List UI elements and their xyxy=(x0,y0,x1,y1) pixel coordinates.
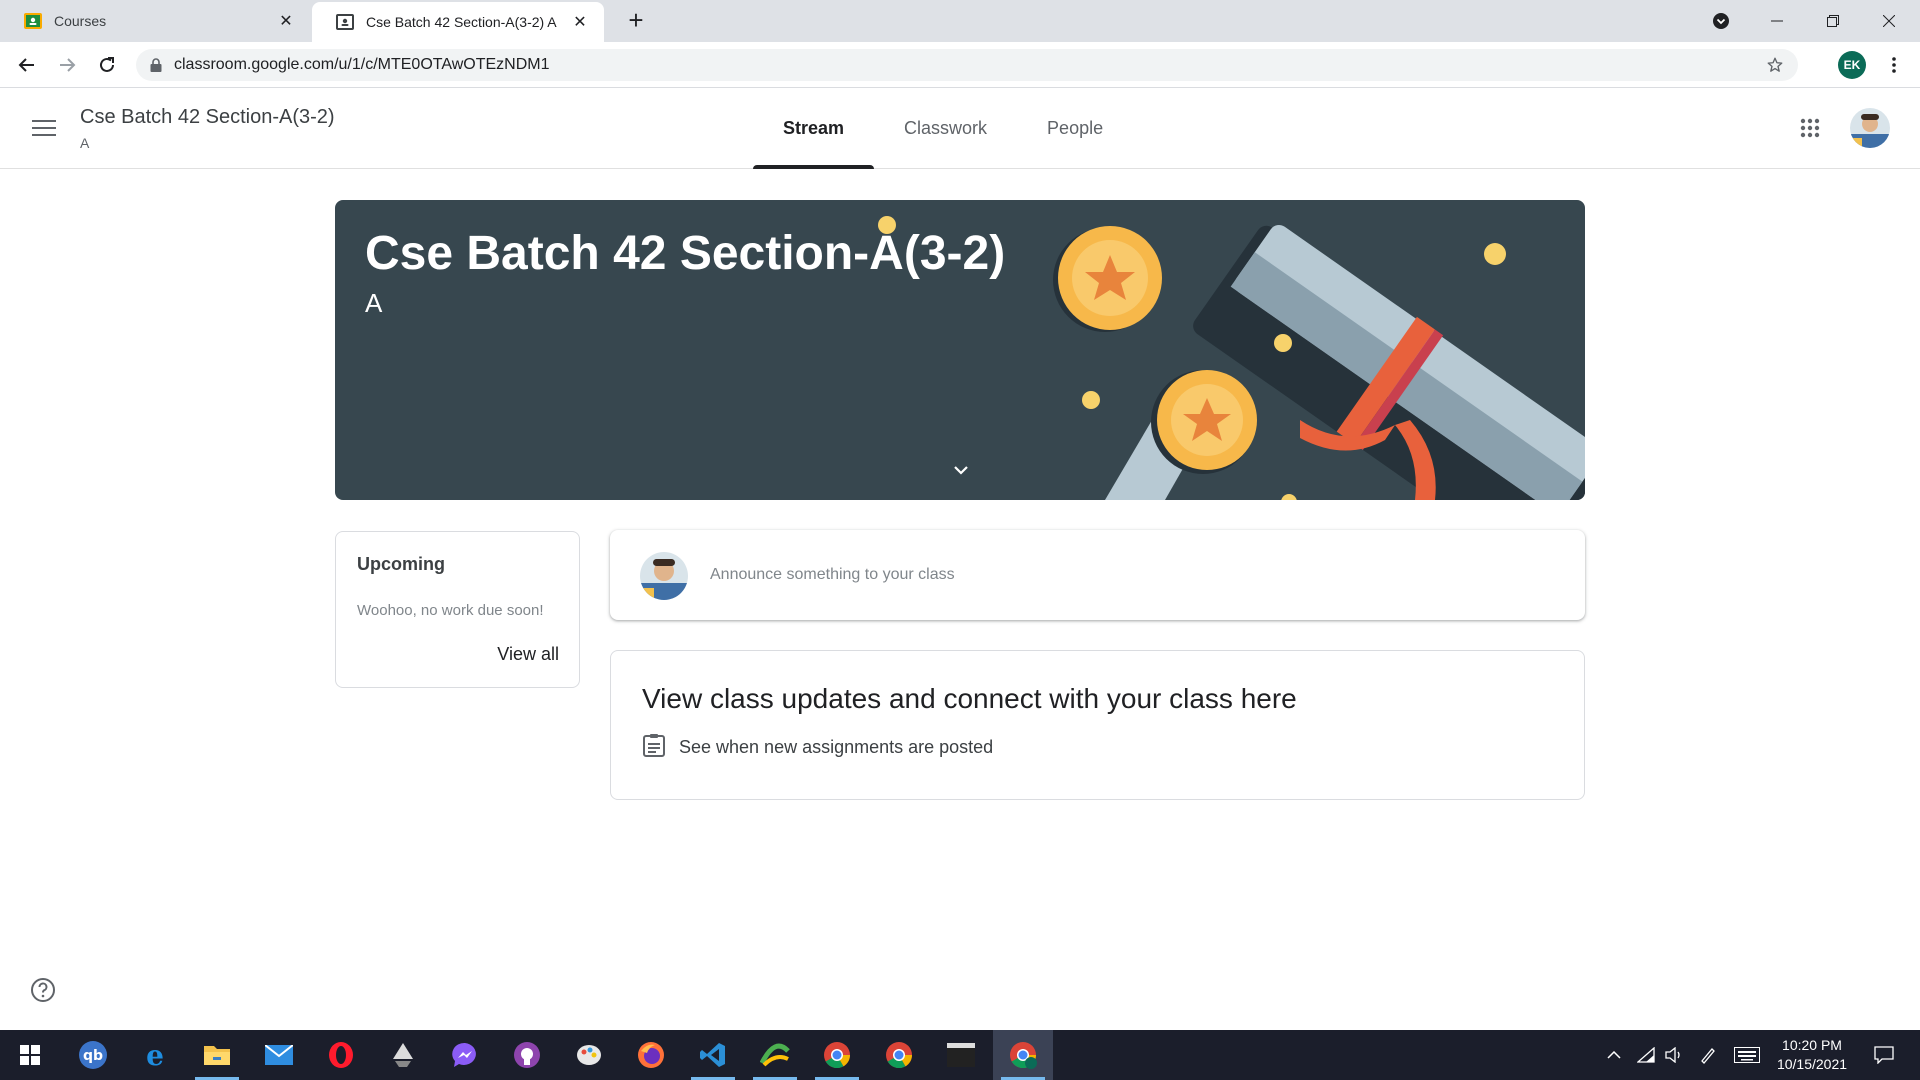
banner-section: A xyxy=(365,288,383,318)
classroom-header: Cse Batch 42 Section-A(3-2) A Stream Cla… xyxy=(0,88,1920,169)
back-icon[interactable] xyxy=(12,50,42,80)
account-avatar[interactable] xyxy=(1850,108,1890,148)
course-section: A xyxy=(80,135,90,151)
browser-tab-course[interactable]: Cse Batch 42 Section-A(3-2) A ✕ xyxy=(312,2,604,42)
announce-box[interactable]: Announce something to your class xyxy=(610,530,1585,620)
mail-icon[interactable] xyxy=(249,1030,309,1080)
paint-icon[interactable] xyxy=(559,1030,619,1080)
announce-placeholder[interactable]: Announce something to your class xyxy=(710,566,955,584)
reload-icon[interactable] xyxy=(92,50,122,80)
class-updates-card: View class updates and connect with your… xyxy=(610,650,1585,800)
class-updates-title: View class updates and connect with your… xyxy=(642,683,1297,714)
chrome-profile-icon[interactable] xyxy=(993,1030,1053,1080)
address-bar[interactable]: classroom.google.com/u/1/c/MTE0OTAwOTEzN… xyxy=(136,49,1798,81)
qbittorrent-icon[interactable]: qb xyxy=(63,1030,123,1080)
system-clock[interactable]: 10:20 PM 10/15/2021 xyxy=(1762,1036,1862,1074)
close-icon[interactable]: ✕ xyxy=(570,12,590,32)
browser-toolbar: classroom.google.com/u/1/c/MTE0OTAwOTEzN… xyxy=(0,42,1920,88)
more-menu-icon[interactable] xyxy=(1880,51,1908,79)
vscode-icon[interactable] xyxy=(683,1030,743,1080)
edge-icon[interactable]: e xyxy=(125,1030,185,1080)
chevron-down-icon[interactable] xyxy=(949,458,973,482)
new-tab-button[interactable]: + xyxy=(622,7,650,33)
tab-classwork[interactable]: Classwork xyxy=(874,88,1017,169)
notification-icon[interactable] xyxy=(1864,1030,1904,1080)
inkscape-icon[interactable] xyxy=(373,1030,433,1080)
github-desktop-icon[interactable] xyxy=(497,1030,557,1080)
user-avatar xyxy=(640,552,688,600)
help-icon[interactable] xyxy=(28,975,58,1005)
start-icon[interactable] xyxy=(0,1030,60,1080)
upcoming-empty-text: Woohoo, no work due soon! xyxy=(357,602,544,619)
clock-date: 10/15/2021 xyxy=(1776,1056,1848,1072)
pen-icon[interactable] xyxy=(1696,1030,1720,1080)
keyboard-icon[interactable] xyxy=(1732,1030,1762,1080)
bookmark-star-icon[interactable] xyxy=(1766,56,1784,74)
profile-avatar[interactable]: EK xyxy=(1838,51,1866,79)
opera-icon[interactable] xyxy=(311,1030,371,1080)
tab-people[interactable]: People xyxy=(1017,88,1133,169)
tab-title: Courses xyxy=(54,13,107,29)
tab-stream[interactable]: Stream xyxy=(753,88,875,169)
tab-title: Cse Batch 42 Section-A(3-2) A xyxy=(366,14,557,30)
firefox-icon[interactable] xyxy=(621,1030,681,1080)
restore-icon[interactable] xyxy=(1810,0,1856,42)
class-updates-line: See when new assignments are posted xyxy=(679,737,994,757)
course-title[interactable]: Cse Batch 42 Section-A(3-2) xyxy=(80,106,335,129)
browser-tab-courses[interactable]: Courses ✕ xyxy=(0,0,310,42)
file-explorer-icon[interactable] xyxy=(187,1030,247,1080)
browser-tab-bar: Courses ✕ Cse Batch 42 Section-A(3-2) A … xyxy=(0,0,1920,42)
clock-time: 10:20 PM xyxy=(1782,1037,1842,1053)
forward-icon[interactable] xyxy=(52,50,82,80)
classroom-favicon xyxy=(336,13,354,31)
upcoming-title: Upcoming xyxy=(357,554,445,574)
volume-icon[interactable] xyxy=(1662,1030,1686,1080)
network-icon[interactable] xyxy=(1634,1030,1658,1080)
terminal-icon[interactable] xyxy=(931,1030,991,1080)
classroom-favicon xyxy=(24,12,42,30)
chevron-up-icon[interactable] xyxy=(1602,1030,1626,1080)
close-icon[interactable]: ✕ xyxy=(276,11,296,31)
chrome-icon[interactable] xyxy=(869,1030,929,1080)
chrome-icon[interactable] xyxy=(807,1030,867,1080)
upcoming-card: Upcoming Woohoo, no work due soon! View … xyxy=(335,531,580,688)
minimize-icon[interactable] xyxy=(1754,0,1800,42)
lock-icon[interactable] xyxy=(150,58,162,72)
tab-search-icon[interactable] xyxy=(1698,0,1744,42)
banner-title[interactable]: Cse Batch 42 Section-A(3-2) xyxy=(365,226,1005,281)
google-apps-icon[interactable] xyxy=(1790,108,1830,148)
svg-text:e: e xyxy=(146,1041,164,1069)
url-text[interactable]: classroom.google.com/u/1/c/MTE0OTAwOTEzN… xyxy=(174,56,1766,74)
messenger-icon[interactable] xyxy=(435,1030,495,1080)
class-updates-row: See when new assignments are posted xyxy=(643,733,993,762)
app-icon[interactable] xyxy=(745,1030,805,1080)
course-tabs: Stream Classwork People xyxy=(753,88,1133,169)
svg-text:qb: qb xyxy=(83,1048,103,1064)
course-banner: Cse Batch 42 Section-A(3-2) A xyxy=(335,200,1585,500)
close-window-icon[interactable] xyxy=(1866,0,1912,42)
windows-taskbar: qb e 10:20 PM 10/15/2021 xyxy=(0,1030,1920,1080)
assignment-icon xyxy=(643,733,665,762)
hamburger-menu-icon[interactable] xyxy=(24,108,64,148)
view-all-link[interactable]: View all xyxy=(497,644,559,665)
